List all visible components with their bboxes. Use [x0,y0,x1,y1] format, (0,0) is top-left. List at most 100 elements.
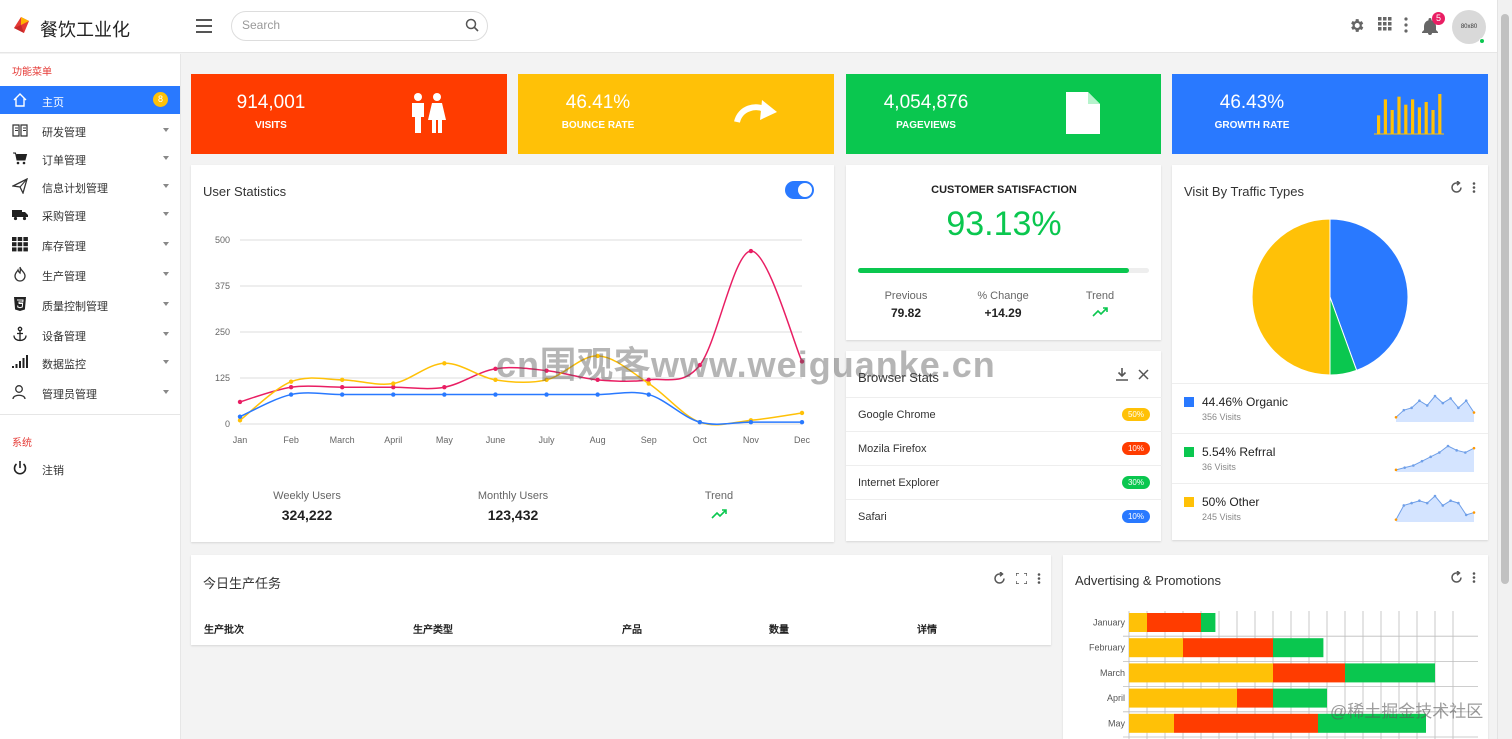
sparkline-point [1438,451,1441,454]
sparkline-point [1394,518,1398,521]
sidebar-item-home[interactable]: 主页 8 [0,86,180,114]
notification-badge: 5 [1432,12,1445,25]
chevron-down-icon [163,332,169,336]
scrollbar-thumb[interactable] [1501,14,1509,584]
stat-value: 46.43% [1219,92,1285,113]
download-icon[interactable] [1116,368,1128,381]
sidebar-item-equipment[interactable]: 设备管理 [0,320,180,348]
more-vertical-icon[interactable] [1403,17,1409,33]
sidebar-item-purchase[interactable]: 采购管理 [0,200,180,228]
chevron-down-icon [163,156,169,160]
y-tick-label: 500 [215,235,230,245]
x-tick-label: Dec [794,435,811,445]
sidebar-item-label: 生产管理 [42,271,86,283]
stat-card-pageviews: 4,054,876 PAGEVIEWS [846,74,1161,154]
growth-spark-bar [1377,115,1381,134]
previous-value: 79.82 [890,306,922,320]
apps-grid-icon[interactable] [1378,17,1392,31]
satisfaction-title: CUSTOMER SATISFACTION [931,184,1077,196]
traffic-row-visits: 36 Visits [1202,462,1236,472]
close-icon[interactable] [1138,369,1149,380]
x-tick-label: Feb [283,435,299,445]
series-point-2 [288,392,294,397]
column-header: 生产批次 [204,625,244,636]
sidebar-item-label: 设备管理 [42,331,86,343]
x-tick-label: May [436,435,454,445]
sidebar-item-admin[interactable]: 管理员管理 [0,378,180,406]
menu-toggle-icon[interactable] [196,19,212,33]
series-point-0 [288,385,294,390]
gear-icon[interactable] [1348,17,1365,34]
sidebar: 功能菜单 主页 8 研发管理 订单管理 信息计划管理 采购管理 库存管理 生产管… [0,54,181,739]
more-vertical-icon[interactable] [1472,182,1476,193]
sidebar-item-production[interactable]: 生产管理 [0,260,180,288]
x-tick-label: Nov [743,435,760,445]
refresh-icon[interactable] [993,572,1006,585]
production-tasks-card: 今日生产任务 生产批次 生产类型 产品 数量 详情 [191,555,1051,645]
bar-segment-0 [1129,613,1147,632]
series-point-0 [339,385,345,390]
sparkline-point [1418,499,1421,503]
sidebar-section-main: 功能菜单 [12,67,52,78]
sparkline-point [1441,401,1445,405]
sidebar-divider [0,414,180,415]
sidebar-item-label: 订单管理 [42,155,86,167]
change-label: % Change [977,290,1029,302]
advertising-bar-chart: January February March April May [1089,611,1478,739]
sparkline-point [1449,499,1452,503]
user-stats-toggle[interactable] [785,181,814,199]
sidebar-item-rnd[interactable]: 研发管理 [0,116,180,144]
browser-row: Internet Explorer 30% [846,465,1162,499]
bar-segment-1 [1237,688,1273,708]
trend-stat: Trend [1060,290,1140,322]
x-tick-label: March [330,435,355,445]
signal-icon [12,355,28,368]
sparkline-point [1472,446,1476,450]
page-scrollbar[interactable] [1497,0,1512,739]
sidebar-item-monitor[interactable]: 数据监控 [0,348,180,376]
x-tick-label: Sep [641,435,657,445]
bar-segment-0 [1129,663,1273,683]
search-input[interactable] [242,18,452,32]
more-vertical-icon[interactable] [1472,572,1476,583]
change-stat: % Change +14.29 [963,290,1043,320]
bar-segment-2 [1273,638,1324,658]
sidebar-item-orders[interactable]: 订单管理 [0,144,180,172]
refresh-icon[interactable] [1450,571,1463,584]
traffic-row: 50% Other 245 Visits [1172,483,1488,533]
chevron-down-icon [163,390,169,394]
search-icon[interactable] [465,18,479,32]
series-point-1 [391,381,396,386]
chevron-down-icon [163,184,169,188]
y-tick-label: 0 [225,419,230,429]
traffic-row: 5.54% Refrral 36 Visits [1172,433,1488,483]
sparkline-point [1403,466,1406,469]
column-header: 详情 [917,625,937,636]
column-header: 生产类型 [413,625,453,636]
bar-segment-0 [1129,713,1174,733]
series-point-0 [237,399,243,405]
series-point-2 [595,392,600,397]
sidebar-item-logout[interactable]: 注销 [0,454,180,482]
series-point-0 [595,377,600,383]
bar-segment-1 [1183,638,1273,658]
series-point-2 [442,392,447,397]
traffic-row-title: 50% Other [1202,495,1260,509]
sidebar-item-inventory[interactable]: 库存管理 [0,230,180,258]
more-vertical-icon[interactable] [1037,573,1041,584]
y-tick-label: 375 [215,281,230,291]
trending-up-icon [1091,307,1108,317]
refresh-icon[interactable] [1450,181,1463,194]
legend-swatch [1184,447,1194,457]
browser-row: Google Chrome 50% [846,397,1162,431]
sidebar-item-quality[interactable]: 质量控制管理 [0,290,180,318]
fullscreen-icon[interactable] [1016,573,1027,584]
sidebar-item-plan[interactable]: 信息计划管理 [0,172,180,200]
stat-value: 914,001 [236,92,306,113]
user-statistics-card: User Statistics 0 125 250 375 500 Jan Feb March… [191,165,834,542]
series-point-0 [799,359,805,364]
stat-value: 4,054,876 [883,92,969,113]
online-status-dot [1479,38,1485,44]
sparkline-point [1464,513,1468,517]
user-icon [12,385,26,400]
